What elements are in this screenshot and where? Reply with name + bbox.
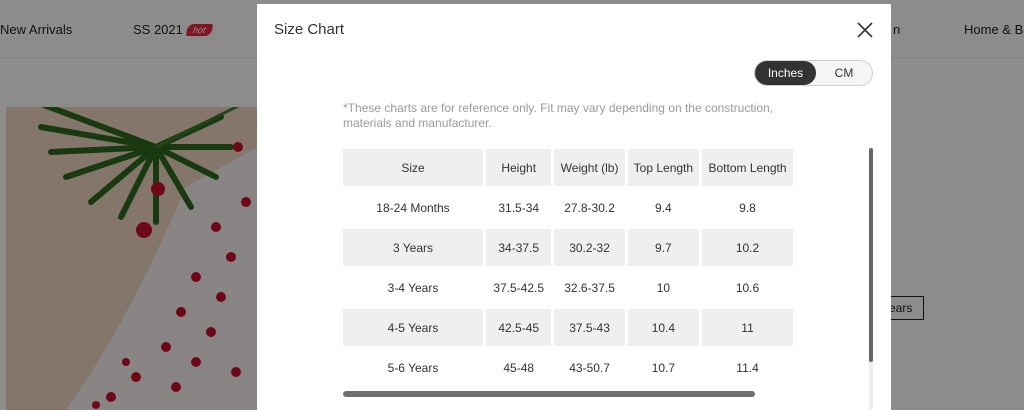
table-cell: 34-37.5 [486,229,552,266]
table-cell: 42.5-45 [486,309,552,346]
table-cell: 27.8-30.2 [564,200,615,215]
table-cell: 10.2 [702,229,793,266]
size-table: Size Height Weight (lb) Top Length Botto… [343,149,796,389]
table-row: 3 Years 34-37.5 30.2-32 9.7 10.2 [343,229,793,266]
table-cell: 32.6-37.5 [564,280,615,295]
table-cell: 9.8 [739,200,756,215]
column-header-height: Height [486,149,552,186]
vertical-scrollbar-thumb[interactable] [869,148,873,362]
table-cell: 4-5 Years [343,309,483,346]
column-header-weight: Weight (lb) [554,149,625,186]
table-row: 3-4 Years 37.5-42.5 32.6-37.5 10 10.6 [343,269,793,306]
table-cell: 10.6 [735,280,760,295]
table-cell: 10 [656,280,671,295]
unit-inches-button[interactable]: Inches [755,61,816,85]
size-chart-disclaimer: *These charts are for reference only. Fi… [343,101,773,130]
table-cell: 37.5-42.5 [493,280,545,295]
table-cell: 11.4 [736,360,759,375]
column-header-top-length: Top Length [627,149,700,186]
table-cell: 11 [702,309,793,346]
table-cell: 30.2-32 [554,229,625,266]
table-cell: 37.5-43 [554,309,625,346]
table-cell: 3-4 Years [387,280,439,295]
close-button[interactable] [853,18,877,42]
table-cell: 3 Years [343,229,483,266]
unit-toggle: Inches CM [754,60,873,86]
size-chart-modal: Size Chart Inches CM *These charts are f… [257,4,891,410]
table-cell: 18-24 Months [376,200,450,215]
table-header-row: Size Height Weight (lb) Top Length Botto… [343,149,793,186]
column-header-bottom-length: Bottom Length [702,149,793,186]
horizontal-scrollbar-thumb[interactable] [343,391,755,397]
table-cell: 10.4 [627,309,700,346]
table-row: 5-6 Years 45-48 43-50.7 10.7 11.4 [343,349,793,386]
table-cell: 5-6 Years [387,360,439,375]
table-row: 18-24 Months 31.5-34 27.8-30.2 9.4 9.8 [343,189,793,226]
table-cell: 9.7 [627,229,700,266]
modal-title: Size Chart [274,21,345,38]
size-table-container[interactable]: Size Height Weight (lb) Top Length Botto… [343,149,799,389]
close-icon [857,22,873,38]
column-header-size: Size [343,149,483,186]
table-cell: 31.5-34 [498,200,540,215]
unit-cm-button[interactable]: CM [816,61,872,85]
table-cell: 45-48 [503,360,535,375]
table-row: 4-5 Years 42.5-45 37.5-43 10.4 11 [343,309,793,346]
table-cell: 9.4 [655,200,672,215]
table-cell: 10.7 [651,360,676,375]
table-cell: 43-50.7 [569,360,610,375]
